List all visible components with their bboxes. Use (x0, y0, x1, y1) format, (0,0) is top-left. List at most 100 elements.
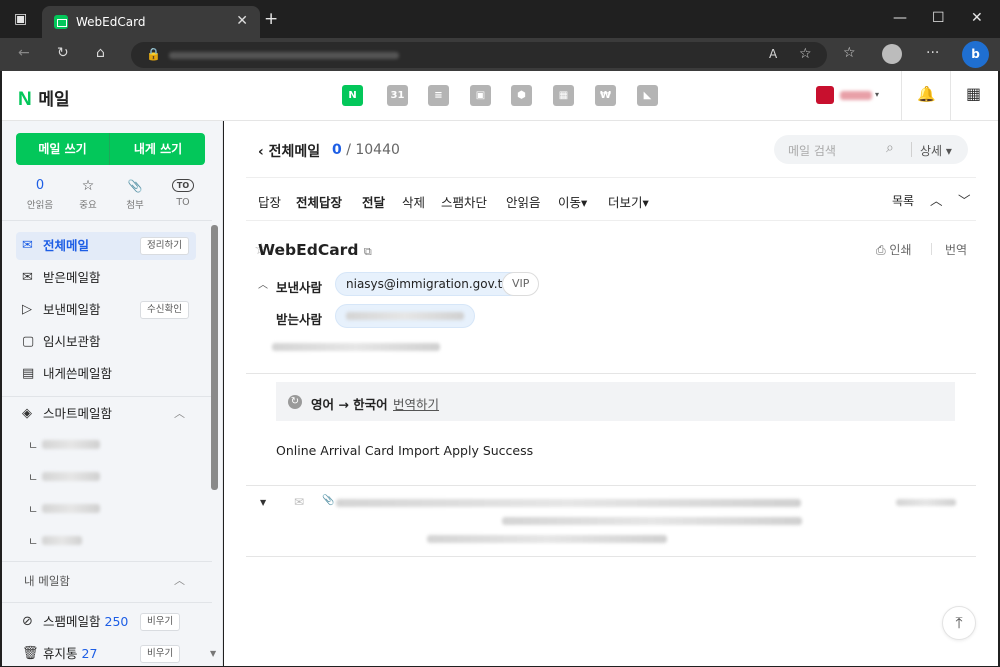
sidebar-item-label: 받은메일함 (43, 270, 101, 285)
read-aloud-icon[interactable]: A (769, 47, 777, 61)
sidebar-divider (2, 602, 212, 603)
scroll-to-top-button[interactable]: ⤒ (942, 606, 976, 640)
collapse-recipients-chevron-icon[interactable]: ︿ (258, 276, 268, 291)
scroll-down-arrow-icon[interactable]: ▼ (210, 649, 216, 658)
mail-header: N 메일 N 31 ≡ ▣ ⬢ ▦ ₩ ◣ ▾ 🔔 ▦ (2, 71, 998, 121)
receiver-address[interactable] (335, 304, 475, 328)
tab-close-icon[interactable]: ✕ (236, 13, 248, 29)
smart-subfolder[interactable]: ㄴ (28, 435, 188, 455)
move-dropdown[interactable]: 이동▾ (558, 192, 587, 211)
reply-button[interactable]: 답장 (258, 192, 281, 211)
sidebar-item-smart-mailbox[interactable]: ◈ 스마트메일함 ︿ (16, 400, 196, 428)
mark-unread-button[interactable]: 안읽음 (506, 192, 541, 211)
smart-subfolder[interactable]: ㄴ (28, 467, 188, 487)
account-chevron-icon[interactable]: ▾ (875, 90, 879, 99)
read-receipt-button[interactable]: 수신확인 (140, 301, 189, 319)
naver-mail-favicon (54, 15, 68, 29)
reply-all-button[interactable]: 전체답장 (296, 192, 342, 211)
pay-app-icon[interactable]: ₩ (595, 85, 616, 106)
mail-app-icon[interactable]: N (342, 85, 363, 106)
favorites-icon[interactable]: ☆ (843, 45, 856, 61)
expand-thread-icon[interactable]: ▼ (260, 498, 266, 507)
quick-to[interactable]: TO TO (163, 177, 203, 208)
sidebar-item-label: 스마트메일함 (43, 406, 113, 421)
back-arrow-icon[interactable]: ← (18, 45, 30, 61)
block-spam-button[interactable]: 스팸차단 (441, 192, 487, 211)
naver-mail-logo[interactable]: N 메일 (18, 85, 70, 111)
search-input[interactable]: 메일 검색 (788, 142, 836, 159)
organize-button[interactable]: 정리하기 (140, 237, 189, 255)
notification-bell-icon[interactable]: 🔔 (917, 85, 936, 103)
quick-important[interactable]: ☆ 중요 (68, 177, 108, 211)
refresh-icon[interactable]: ↻ (57, 45, 69, 61)
envelope-icon: ✉ (22, 238, 33, 253)
sidebar-scrollbar[interactable] (211, 225, 218, 490)
favorites-add-icon[interactable]: ☆ (799, 46, 812, 62)
quick-label: 첨부 (126, 200, 144, 211)
more-dropdown[interactable]: 더보기▾ (608, 192, 649, 211)
apps-grid-icon[interactable]: ▦ (966, 84, 981, 103)
translate-link[interactable]: 번역하기 (393, 394, 439, 413)
translation-languages[interactable]: 영어 → 한국어 (311, 394, 388, 413)
qr-app-icon[interactable]: ▦ (553, 85, 574, 106)
calendar-app-icon[interactable]: 31 (387, 85, 408, 106)
mail-view: ‹ 전체메일 0 / 10440 메일 검색 ⌕ 상세 ▾ 답장 전체답장 전달… (224, 121, 998, 666)
maximize-button[interactable]: ☐ (932, 10, 945, 26)
sidebar-item-label: 전체메일 (43, 238, 90, 253)
close-window-button[interactable]: ✕ (971, 10, 983, 26)
forward-button[interactable]: 전달 (362, 192, 385, 211)
sidebar-divider (2, 561, 212, 562)
thread-mail-redacted (427, 535, 667, 543)
minimize-button[interactable]: — (893, 10, 907, 26)
drive-app-icon[interactable]: ⬢ (511, 85, 532, 106)
sidebar-item-spam[interactable]: ⊘ 스팸메일함 250 비우기 (16, 608, 196, 636)
mail-count: 0 / 10440 (332, 142, 400, 158)
write-mail-button[interactable]: 메일 쓰기 (16, 133, 110, 165)
list-button[interactable]: 목록 (892, 192, 914, 209)
collapse-chevron-icon[interactable]: ︿ (174, 400, 185, 428)
empty-spam-button[interactable]: 비우기 (140, 613, 181, 631)
copilot-icon[interactable]: b (962, 41, 989, 68)
print-button[interactable]: ⎙ 인쇄 (876, 241, 912, 258)
sidebar: 메일 쓰기 내게 쓰기 0 안읽음 ☆ 중요 📎 첨부 TO TO ✉ 전체메일… (2, 121, 223, 666)
header-divider (901, 71, 902, 121)
smart-subfolder[interactable]: ㄴ (28, 499, 188, 519)
sender-email[interactable]: niasys@immigration.gov.tw (335, 272, 524, 296)
header-divider (950, 71, 951, 121)
browser-tab[interactable]: WebEdCard ✕ (42, 6, 260, 38)
sidebar-item-trash[interactable]: 🗑 휴지통 27 비우기 (16, 640, 196, 666)
bookmark-app-icon[interactable]: ◣ (637, 85, 658, 106)
envelope-icon: ✉ (294, 495, 305, 509)
home-icon[interactable]: ⌂ (96, 45, 105, 61)
lock-icon[interactable]: 🔒 (146, 47, 161, 61)
sidebar-item-inbox[interactable]: ✉ 받은메일함 (16, 264, 196, 292)
quick-unread[interactable]: 0 안읽음 (20, 177, 60, 211)
new-tab-button[interactable]: + (264, 9, 278, 29)
vip-button[interactable]: VIP (502, 272, 540, 296)
empty-trash-button[interactable]: 비우기 (140, 645, 181, 663)
sidebar-item-drafts[interactable]: ▢ 임시보관함 (16, 328, 196, 356)
receiver-redacted (346, 312, 464, 320)
open-new-window-icon[interactable]: ⧉ (364, 245, 372, 258)
smart-subfolder[interactable]: ㄴ (28, 531, 188, 551)
search-icon[interactable]: ⌕ (886, 140, 894, 156)
quick-attachment[interactable]: 📎 첨부 (115, 177, 155, 211)
account-avatar[interactable] (816, 86, 834, 104)
collapse-chevron-icon[interactable]: ︿ (174, 572, 185, 588)
back-to-folder[interactable]: ‹ 전체메일 (258, 141, 320, 161)
write-to-self-button[interactable]: 내게 쓰기 (111, 133, 205, 165)
next-mail-chevron-icon[interactable]: ﹀ (958, 190, 971, 209)
contacts-app-icon[interactable]: ▣ (470, 85, 491, 106)
delete-button[interactable]: 삭제 (402, 192, 425, 211)
sidebar-item-all-mail[interactable]: ✉ 전체메일 정리하기 (16, 232, 196, 260)
tab-actions-icon[interactable]: ▣ (14, 11, 27, 27)
sidebar-item-self-mail[interactable]: ▤ 내게쓴메일함 (16, 360, 196, 388)
translate-button[interactable]: 번역 (945, 241, 967, 258)
detail-search-button[interactable]: 상세 ▾ (920, 142, 952, 159)
sidebar-item-sent[interactable]: ▷ 보낸메일함 수신확인 (16, 296, 196, 324)
previous-mail-chevron-icon[interactable]: ︿ (930, 190, 943, 209)
url-field[interactable]: 🔒 A ☆ (131, 42, 827, 68)
memo-app-icon[interactable]: ≡ (428, 85, 449, 106)
more-menu-icon[interactable]: ··· (926, 45, 939, 61)
profile-avatar[interactable] (882, 44, 902, 64)
